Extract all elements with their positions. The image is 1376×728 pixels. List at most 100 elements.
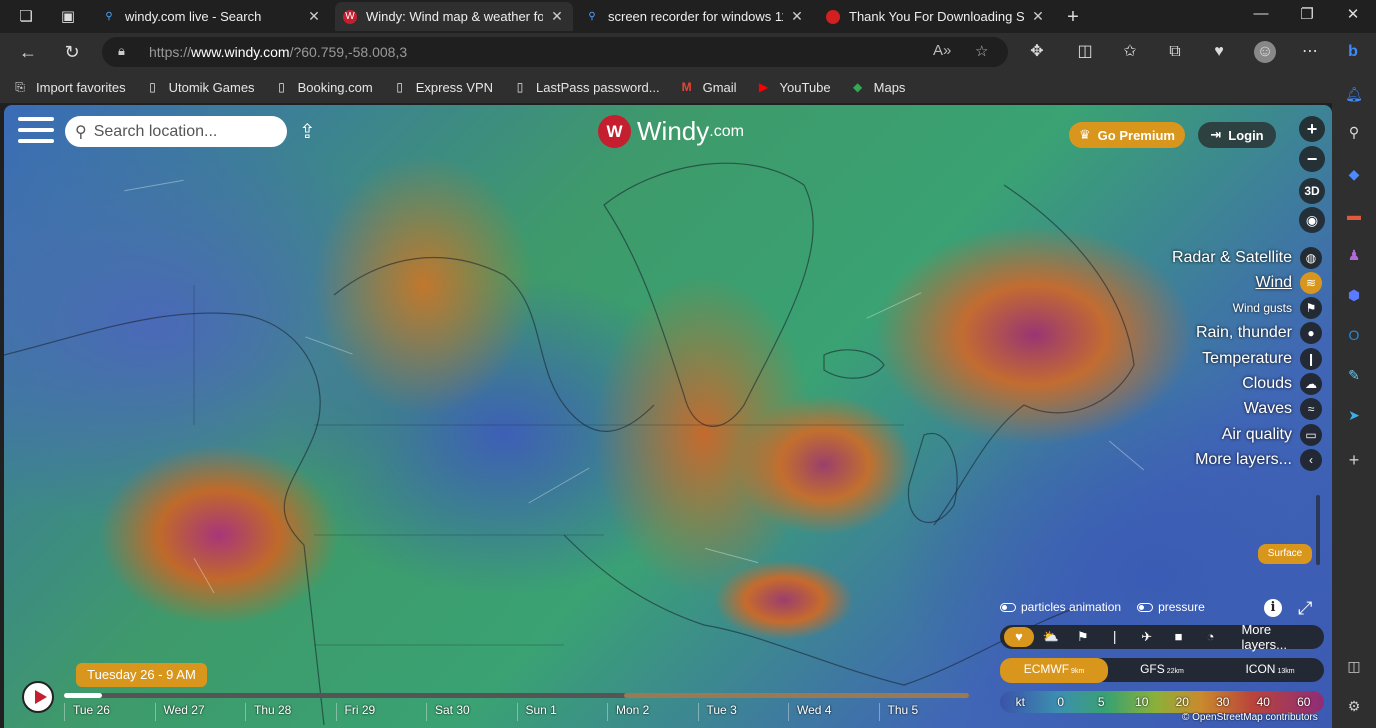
surface-level-button[interactable]: Surface [1258, 544, 1312, 564]
day-label[interactable]: Thu 5 [878, 703, 970, 721]
wind-speed-legend[interactable]: kt 0 5 10 20 30 40 60 [1000, 691, 1324, 713]
timeline-slider[interactable] [64, 693, 969, 698]
layer-air-quality[interactable]: Air quality ▭ [1222, 424, 1322, 446]
layer-scrollbar[interactable] [1316, 495, 1320, 565]
minimize-button[interactable]: — [1250, 5, 1272, 22]
day-label[interactable]: Sat 30 [426, 703, 517, 721]
read-aloud-icon[interactable]: A» [933, 42, 951, 59]
play-button[interactable] [22, 681, 54, 713]
outlook-icon[interactable]: O [1343, 324, 1365, 346]
pressure-toggle[interactable] [1137, 602, 1154, 612]
weather-icon[interactable]: ⛅ [1036, 627, 1066, 647]
tab-windy-map[interactable]: W Windy: Wind map & weather forecast ✕ [335, 2, 573, 31]
flag-icon[interactable]: ⚑ [1068, 627, 1098, 647]
hamburger-menu-icon[interactable] [18, 117, 54, 147]
bookmark-import-favorites[interactable]: ⎘ Import favorites [12, 80, 125, 95]
window-close-button[interactable]: ✕ [1342, 5, 1364, 23]
shopping-tag-icon[interactable]: ◆ [1343, 163, 1365, 185]
lock-icon[interactable]: 🔒︎ [118, 43, 125, 59]
bookmark-youtube[interactable]: ▶ YouTube [756, 80, 831, 95]
refresh-button[interactable]: ↻ [61, 41, 83, 63]
address-bar[interactable]: 🔒︎ https://www.windy.com/?60.759,-58.008… [102, 37, 1008, 67]
back-button[interactable]: ← [17, 41, 39, 63]
performance-icon[interactable]: ♥ [1208, 41, 1230, 63]
tab-thank-you[interactable]: Thank You For Downloading Screen ✕ [818, 2, 1054, 31]
close-icon[interactable]: ✕ [1030, 8, 1046, 25]
restore-button[interactable]: ❐ [1296, 5, 1318, 23]
url-text[interactable]: https://www.windy.com/?60.759,-58.008,3 [149, 44, 407, 60]
notification-bell-icon[interactable]: 🔔︎ [1343, 83, 1365, 105]
workspaces-icon[interactable]: ❏ [16, 7, 36, 27]
more-layers-link[interactable]: More layers... [1241, 622, 1320, 652]
bookmark-lastpass[interactable]: ▯ LastPass password... [512, 80, 660, 95]
bookmark-express-vpn[interactable]: ▯ Express VPN [392, 80, 493, 95]
model-gfs[interactable]: GFS 22km [1108, 658, 1216, 683]
split-screen-icon[interactable]: ◫ [1074, 41, 1096, 63]
windy-map[interactable]: ⚲ Search location... ⇪ W Windy .com ♛ Go P… [4, 105, 1332, 728]
sidebar-settings-icon[interactable]: ⚙ [1343, 695, 1365, 717]
osm-credit[interactable]: © OpenStreetMap contributors [1182, 712, 1318, 723]
windy-logo[interactable]: W Windy .com [598, 115, 744, 148]
search-icon[interactable]: ⚲ [1343, 121, 1365, 143]
location-icon[interactable]: ◉ [1299, 207, 1325, 233]
layer-rain-thunder[interactable]: Rain, thunder ● [1196, 322, 1322, 344]
sidebar-layout-icon[interactable]: ◫ [1343, 655, 1365, 677]
bing-copilot-icon[interactable]: b [1342, 41, 1364, 63]
bookmark-gmail[interactable]: M Gmail [679, 80, 737, 95]
tab-screen-recorder[interactable]: ⚲ screen recorder for windows 11 s ✕ [577, 2, 813, 31]
layer-wind[interactable]: Wind ≋ [1256, 272, 1322, 294]
bookmark-utomik-games[interactable]: ▯ Utomik Games [145, 80, 254, 95]
add-sidebar-app-icon[interactable]: + [1343, 449, 1365, 471]
games-icon[interactable]: ♟ [1343, 244, 1365, 266]
model-icon[interactable]: ICON 13km [1216, 658, 1324, 683]
new-tab-button[interactable]: + [1063, 7, 1083, 27]
favorites-heart-icon[interactable]: ♥ [1004, 627, 1034, 647]
layer-radar-satellite[interactable]: Radar & Satellite ◍ [1172, 247, 1322, 269]
day-label[interactable]: Thu 28 [245, 703, 336, 721]
close-icon[interactable]: ✕ [306, 8, 322, 25]
info-icon[interactable]: i [1264, 599, 1282, 617]
particles-toggle[interactable] [1000, 602, 1016, 612]
close-icon[interactable]: ✕ [789, 8, 805, 25]
airport-icon[interactable]: ✈ [1132, 627, 1162, 647]
share-icon[interactable]: ⇪ [299, 119, 316, 144]
radar-icon[interactable]: ◔ [1196, 627, 1226, 647]
tools-icon[interactable]: ▬ [1343, 204, 1365, 226]
copilot-icon[interactable]: ⬢ [1343, 284, 1365, 306]
timeline-handle[interactable] [64, 693, 102, 698]
tab-actions-icon[interactable]: ▣ [58, 7, 78, 27]
layer-temperature[interactable]: Temperature ❙ [1202, 348, 1322, 370]
login-button[interactable]: ⇥ Login [1198, 122, 1276, 148]
layer-clouds[interactable]: Clouds ☁ [1242, 373, 1322, 395]
day-label[interactable]: Wed 27 [154, 703, 246, 721]
designer-icon[interactable]: ✎ [1343, 364, 1365, 386]
bookmark-booking[interactable]: ▯ Booking.com [274, 80, 372, 95]
favorite-star-icon[interactable]: ☆ [975, 42, 988, 60]
favorites-icon[interactable]: ✩ [1119, 41, 1141, 63]
thermometer-icon[interactable]: ❘ [1100, 627, 1130, 647]
day-label[interactable]: Mon 2 [607, 703, 698, 721]
day-label[interactable]: Wed 4 [788, 703, 879, 721]
day-label[interactable]: Tue 26 [64, 703, 155, 721]
close-icon[interactable]: ✕ [549, 8, 565, 25]
collections-icon[interactable]: ⧉ [1164, 41, 1186, 63]
day-label[interactable]: Fri 29 [335, 703, 427, 721]
bookmark-maps[interactable]: ◆ Maps [850, 80, 905, 95]
layer-waves[interactable]: Waves ≈ [1244, 398, 1322, 420]
zoom-out-button[interactable]: − [1299, 146, 1325, 172]
profile-avatar[interactable]: ☺ [1254, 41, 1276, 63]
3d-button[interactable]: 3D [1299, 178, 1325, 204]
more-menu-icon[interactable]: ⋯ [1299, 41, 1321, 63]
send-icon[interactable]: ➤ [1343, 404, 1365, 426]
search-location-input[interactable]: ⚲ Search location... [65, 116, 287, 147]
tab-windy-search[interactable]: ⚲ windy.com live - Search ✕ [94, 2, 330, 31]
day-label[interactable]: Tue 3 [697, 703, 789, 721]
webcam-icon[interactable]: ■ [1164, 627, 1194, 647]
fullscreen-icon[interactable]: ⤢ [1298, 598, 1312, 619]
zoom-in-button[interactable]: + [1299, 116, 1325, 142]
model-ecmwf[interactable]: ECMWF 9km [1000, 657, 1108, 683]
extensions-icon[interactable]: ✥ [1026, 41, 1048, 63]
layer-wind-gusts[interactable]: Wind gusts ⚑ [1233, 297, 1322, 319]
go-premium-button[interactable]: ♛ Go Premium [1069, 122, 1185, 148]
layer-more-layers[interactable]: More layers... ‹ [1195, 449, 1322, 471]
